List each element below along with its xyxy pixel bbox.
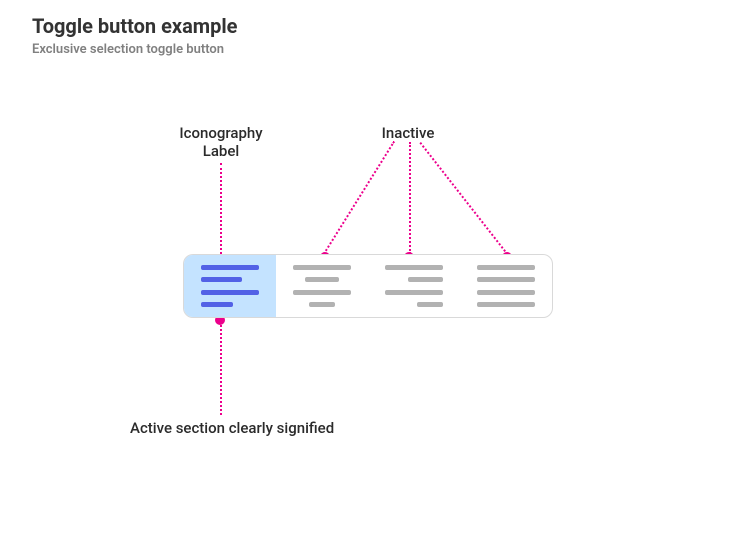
annotation-inactive: Inactive [358,124,458,142]
leader-line [220,163,222,258]
leader-line [323,141,395,255]
page-title: Toggle button example [32,14,237,38]
leader-line [409,142,411,254]
toggle-align-right[interactable] [368,255,460,317]
annotation-active-caption: Active section clearly signified [130,419,390,437]
annotation-iconography-label: IconographyLabel [149,124,293,160]
align-center-icon [293,265,351,307]
leader-line [419,142,508,255]
toggle-align-justify[interactable] [460,255,552,317]
page-subtitle: Exclusive selection toggle button [32,42,224,57]
align-justify-icon [477,265,535,307]
toggle-button-group [183,254,553,318]
leader-line [220,325,222,415]
toggle-align-left[interactable] [184,255,276,317]
align-left-icon [201,265,259,307]
toggle-align-center[interactable] [276,255,368,317]
align-right-icon [385,265,443,307]
